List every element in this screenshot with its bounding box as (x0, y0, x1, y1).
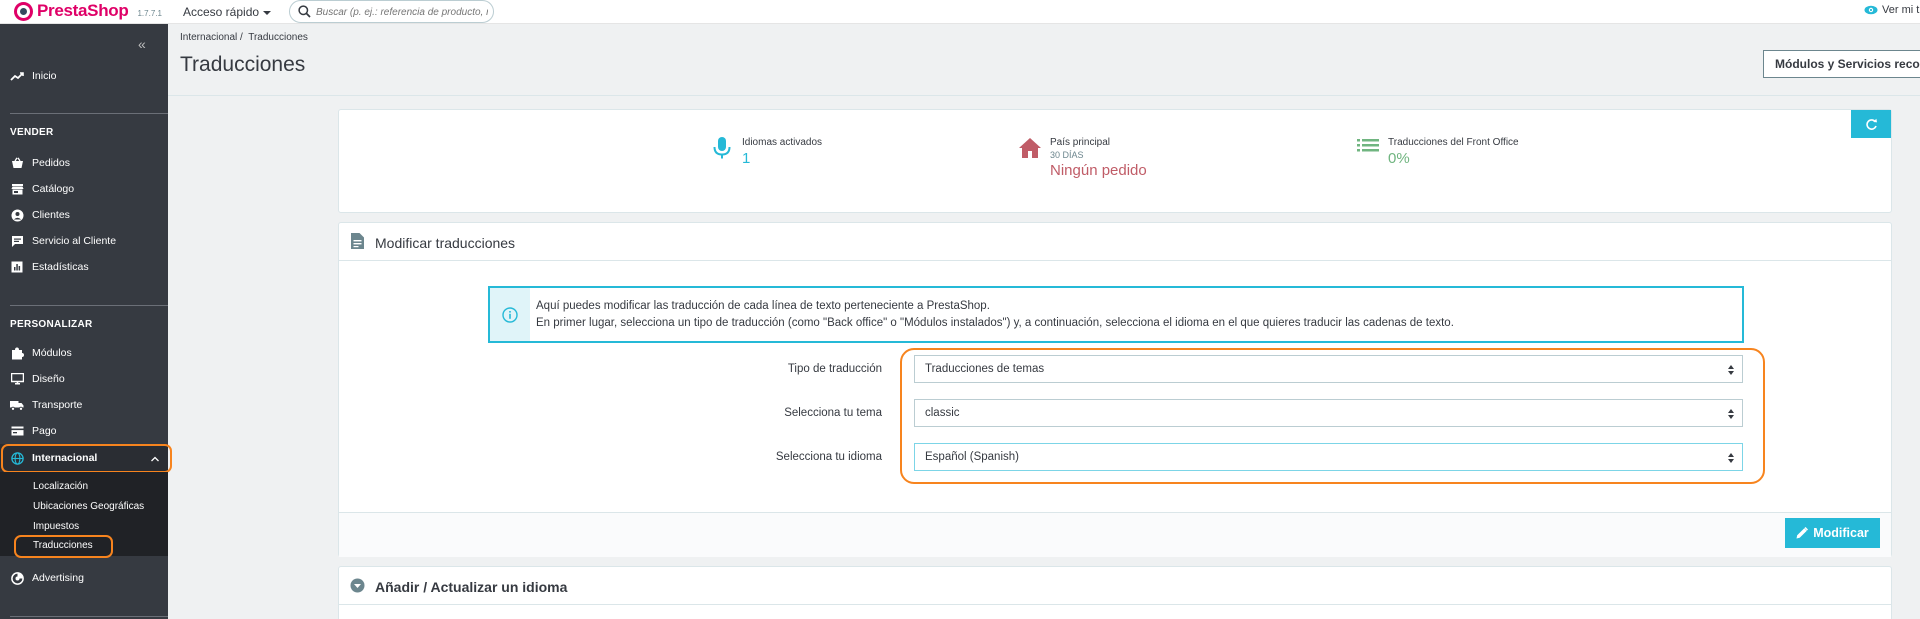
pencil-icon (1796, 527, 1809, 539)
panel-title: Añadir / Actualizar un idioma (375, 579, 568, 595)
version-label: 1.7.7.1 (137, 9, 162, 18)
chat-icon (10, 234, 24, 248)
trending-up-icon (10, 69, 24, 83)
sidebar-item-customer-service[interactable]: Servicio al Cliente (10, 234, 116, 248)
advertising-icon (10, 571, 24, 585)
sidebar-item-label: Diseño (32, 373, 65, 385)
breadcrumb: Internacional / Traducciones (180, 32, 308, 43)
submenu-item-taxes[interactable]: Impuestos (33, 521, 79, 532)
sidebar-item-payment[interactable]: Pago (10, 424, 57, 438)
info-icon (502, 306, 518, 323)
search-input[interactable] (316, 3, 488, 21)
document-icon (351, 233, 364, 252)
chevron-circle-down-icon (350, 578, 365, 596)
microphone-icon (712, 137, 732, 164)
panel-footer (339, 512, 1891, 557)
modify-button-label: Modificar (1813, 526, 1869, 540)
kpi-label: Traducciones del Front Office (1388, 137, 1519, 148)
add-update-language-panel: Añadir / Actualizar un idioma (338, 566, 1892, 619)
kpi-label: Idiomas activados (742, 137, 823, 148)
kpi-label: País principal (1050, 137, 1111, 148)
panel-header: Modificar traducciones (339, 223, 1891, 261)
sidebar-item-orders[interactable]: Pedidos (10, 156, 70, 170)
modify-button[interactable]: Modificar (1785, 518, 1880, 548)
kpi-value: Ningún pedido (1050, 162, 1147, 179)
page-title: Traducciones (180, 53, 306, 76)
kpi-sublabel: 30 DÍAS (1050, 150, 1084, 160)
info-line-1: Aquí puedes modificar las traducción de … (536, 300, 990, 312)
quick-access-label: Acceso rápido (183, 5, 260, 19)
sidebar-item-label: Catálogo (32, 183, 75, 195)
sidebar-divider (10, 616, 168, 617)
panel-header[interactable]: Añadir / Actualizar un idioma (339, 567, 1891, 605)
info-alert-icon-area (490, 288, 530, 341)
account-circle-icon (10, 208, 24, 222)
sidebar-item-stats[interactable]: Estadísticas (10, 260, 89, 274)
sidebar-item-design[interactable]: Diseño (10, 372, 65, 386)
sidebar-item-label: Estadísticas (32, 261, 89, 273)
sidebar-item-label: Clientes (32, 209, 70, 221)
sidebar-divider (10, 305, 168, 306)
sidebar-item-shipping[interactable]: Transporte (10, 398, 82, 412)
section-title-customize: PERSONALIZAR (10, 319, 93, 330)
sidebar-item-label: Advertising (32, 572, 84, 584)
submenu-item-localization[interactable]: Localización (33, 481, 88, 492)
highlight-translations (14, 535, 113, 558)
caret-down-icon (263, 10, 272, 15)
shopping-basket-icon (10, 156, 24, 170)
view-shop-label: Ver mi t (1882, 4, 1920, 16)
kpi-value: 0% (1388, 150, 1410, 167)
truck-icon (10, 398, 24, 412)
section-title-sell: VENDER (10, 127, 54, 138)
info-alert: Aquí puedes modificar las traducción de … (488, 286, 1744, 343)
sidebar-item-label: Inicio (32, 70, 57, 82)
sidebar-item-customers[interactable]: Clientes (10, 208, 70, 222)
eye-icon (1864, 5, 1878, 15)
sidebar: « Inicio VENDER Pedidos Catálogo Cliente… (0, 24, 172, 619)
store-icon (10, 182, 24, 196)
desktop-icon (10, 372, 24, 386)
highlight-international (1, 444, 172, 473)
refresh-button[interactable] (1851, 110, 1891, 138)
submenu-item-locations[interactable]: Ubicaciones Geográficas (33, 501, 144, 512)
sidebar-divider (10, 113, 168, 114)
logo-text: PrestaShop (37, 1, 129, 20)
chart-icon (10, 260, 24, 274)
refresh-icon (1865, 118, 1877, 130)
credit-card-icon (10, 424, 24, 438)
double-chevron-left-icon[interactable]: « (138, 36, 146, 52)
sidebar-item-modules[interactable]: Módulos (10, 346, 72, 360)
sidebar-item-home[interactable]: Inicio (10, 69, 57, 83)
quick-access-dropdown[interactable]: Acceso rápido (183, 5, 272, 19)
sidebar-item-catalog[interactable]: Catálogo (10, 182, 74, 196)
kpi-value: 1 (742, 150, 751, 167)
translation-type-label: Tipo de traducción (787, 363, 882, 375)
panel-title: Modificar traducciones (375, 235, 516, 251)
search-icon (298, 5, 311, 18)
info-alert-text: Aquí puedes modificar las traducción de … (536, 298, 1454, 332)
language-label: Selecciona tu idioma (775, 451, 882, 463)
view-shop-link[interactable]: Ver mi t (1864, 4, 1919, 16)
recommended-modules-button[interactable]: Módulos y Servicios recom (1763, 50, 1920, 78)
puzzle-icon (10, 346, 24, 360)
sidebar-item-label: Transporte (32, 399, 83, 411)
prestashop-logo[interactable]: PrestaShop 1.7.7.1 (14, 1, 162, 21)
header-divider (168, 95, 1920, 96)
list-icon (1357, 138, 1379, 159)
highlight-form-fields (900, 348, 1765, 484)
info-line-2: En primer lugar, selecciona un tipo de t… (536, 317, 1454, 329)
theme-label: Selecciona tu tema (784, 407, 882, 419)
sidebar-item-label: Servicio al Cliente (32, 235, 117, 247)
home-icon (1018, 137, 1042, 162)
sidebar-item-advertising[interactable]: Advertising (10, 571, 84, 585)
sidebar-item-label: Pedidos (32, 157, 70, 169)
prestashop-logo-icon (14, 1, 33, 21)
top-bar: PrestaShop 1.7.7.1 Acceso rápido Ver mi … (0, 0, 1920, 24)
breadcrumb-link-international[interactable]: Internacional (180, 32, 237, 43)
sidebar-item-label: Módulos (32, 347, 72, 359)
breadcrumb-current: Traducciones (248, 32, 308, 43)
sidebar-item-label: Pago (32, 425, 57, 437)
breadcrumb-separator: / (240, 32, 243, 43)
search-box[interactable] (289, 0, 494, 23)
